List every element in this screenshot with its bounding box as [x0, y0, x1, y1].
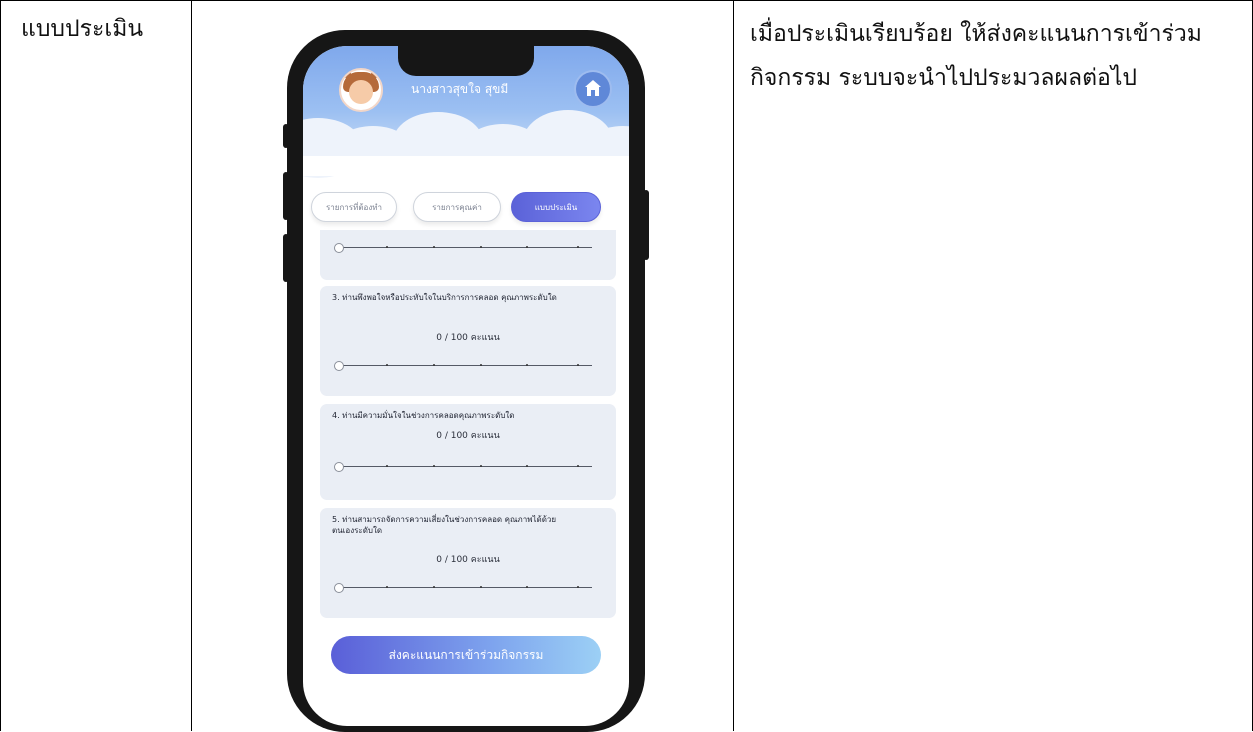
question-card: 4. ท่านมีความมั่นใจในช่วงการคลอดคุณภาพระ…	[320, 404, 616, 500]
user-name: นางสาวสุขใจ สุขมี	[411, 82, 509, 96]
score-value: 0 / 100 คะแนน	[436, 431, 500, 441]
question-card: 5. ท่านสามารถจัดการความเสี่ยงในช่วงการคล…	[320, 508, 616, 618]
score-value: 0 / 100 คะแนน	[436, 555, 500, 565]
tab-bar: รายการที่ต้องทำ รายการคุณค่า แบบประเมิน	[303, 192, 629, 232]
table-border-top	[0, 0, 1253, 1]
question-text: 4. ท่านมีความมั่นใจในช่วงการคลอดคุณภาพระ…	[332, 411, 515, 420]
phone-screen: นางสาวสุขใจ สุขมี รายการที่ต้องทำ รายการ…	[303, 46, 629, 726]
table-divider-2	[733, 0, 734, 731]
table-divider-1	[191, 0, 192, 731]
submit-score-button[interactable]: ส่งคะแนนการเข้าร่วมกิจกรรม	[331, 636, 601, 674]
phone-notch	[398, 46, 534, 76]
home-button[interactable]	[576, 72, 610, 106]
avatar	[339, 68, 383, 112]
table-border-left	[0, 0, 1, 731]
question-card: 3. ท่านพึงพอใจหรือประทับใจในบริการการคลอ…	[320, 286, 616, 396]
row-label: แบบประเมิน	[21, 16, 144, 42]
slider-thumb[interactable]	[334, 243, 344, 253]
score-slider[interactable]	[334, 361, 592, 371]
question-text: 5. ท่านสามารถจัดการความเสี่ยงในช่วงการคล…	[332, 515, 557, 535]
phone-mockup: นางสาวสุขใจ สุขมี รายการที่ต้องทำ รายการ…	[287, 30, 645, 732]
score-slider[interactable]	[334, 243, 592, 253]
score-value: 0 / 100 คะแนน	[436, 333, 500, 343]
slider-thumb[interactable]	[334, 361, 344, 371]
tab-assessment[interactable]: แบบประเมิน	[511, 192, 601, 222]
score-slider[interactable]	[334, 583, 592, 593]
home-icon	[585, 80, 601, 96]
slider-thumb[interactable]	[334, 583, 344, 593]
score-slider[interactable]	[334, 462, 592, 472]
slider-thumb[interactable]	[334, 462, 344, 472]
question-text: 3. ท่านพึงพอใจหรือประทับใจในบริการการคลอ…	[332, 293, 557, 302]
tab-value[interactable]: รายการคุณค่า	[413, 192, 501, 222]
question-card-partial	[320, 230, 616, 280]
tab-todo[interactable]: รายการที่ต้องทำ	[311, 192, 397, 222]
row-description: เมื่อประเมินเรียบร้อย ให้ส่งคะแนนการเข้า…	[750, 21, 1202, 91]
